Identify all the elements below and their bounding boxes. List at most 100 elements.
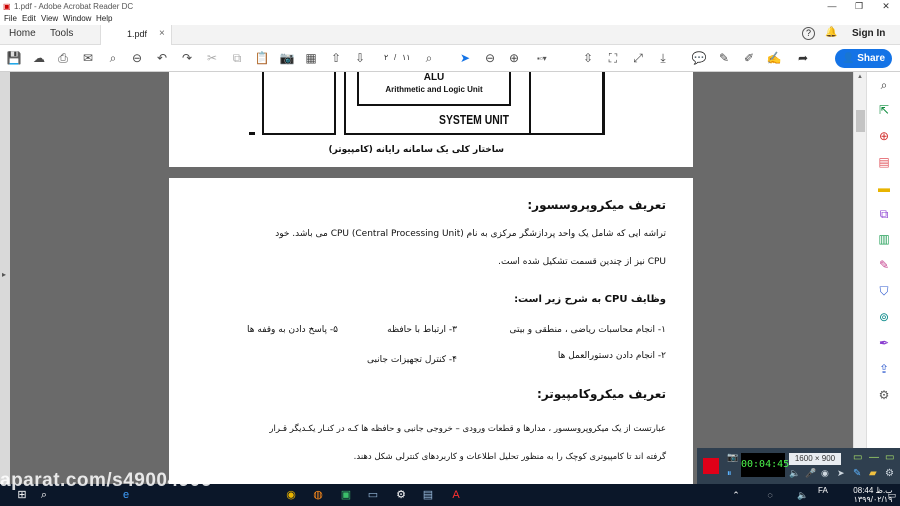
snapshot-icon[interactable]: 📷 xyxy=(279,50,295,66)
optimize-icon[interactable]: ⊚ xyxy=(875,308,893,326)
network-icon[interactable]: ◌ xyxy=(762,487,778,503)
combine-files-icon[interactable]: ⧉ xyxy=(875,205,893,223)
more-tools-icon[interactable]: ⚙ xyxy=(875,386,893,404)
menu-help[interactable]: Help xyxy=(96,14,112,23)
upload-icon[interactable]: ☁ xyxy=(31,50,47,66)
close-window-button[interactable]: ✕ xyxy=(873,0,899,13)
search-icon[interactable]: ⌕ xyxy=(105,50,121,66)
recorder-minimize-icon[interactable]: — xyxy=(869,452,879,463)
share-button[interactable]: 👤 Share xyxy=(835,49,892,68)
doc-tab-close-icon[interactable]: × xyxy=(159,28,165,39)
email-icon[interactable]: ✉ xyxy=(80,50,96,66)
create-pdf-icon[interactable]: ⊕ xyxy=(875,127,893,145)
zoom-marquee-icon[interactable]: ⌕ xyxy=(421,50,437,66)
bell-icon[interactable]: 🔔 xyxy=(825,27,837,38)
doc-tab-label: 1.pdf xyxy=(127,29,148,39)
organize-pages-icon[interactable]: ▥ xyxy=(875,230,893,248)
send-icon[interactable]: ➦ xyxy=(795,50,811,66)
redo-icon[interactable]: ↷ xyxy=(179,50,195,66)
paste-icon[interactable]: 📋 xyxy=(254,50,270,66)
app-icon[interactable]: ▣ xyxy=(338,487,354,503)
firefox-icon[interactable]: ◍ xyxy=(310,487,326,503)
scroll-mode-icon[interactable]: ⤓ xyxy=(655,50,671,66)
vertical-scrollbar[interactable]: ▲ xyxy=(853,72,866,484)
sign-in-link[interactable]: Sign In xyxy=(852,28,885,39)
send-for-signature-icon[interactable]: ✒ xyxy=(875,334,893,352)
zoom-out-glass-icon[interactable]: ⊖ xyxy=(129,50,145,66)
language-indicator[interactable]: FA xyxy=(818,486,828,495)
cut-icon[interactable]: ✂ xyxy=(204,50,220,66)
menu-file[interactable]: File xyxy=(4,14,17,23)
recorder-settings-icon[interactable]: ⚙ xyxy=(885,468,894,479)
menu-window[interactable]: Window xyxy=(63,14,91,23)
explorer-icon[interactable]: ▭ xyxy=(365,487,381,503)
record-stop-button[interactable] xyxy=(703,458,719,474)
menu-view[interactable]: View xyxy=(41,14,58,23)
rotate-icon[interactable]: ⤢ xyxy=(630,50,646,66)
print-icon[interactable]: ⎙ xyxy=(55,50,71,66)
speaker-icon[interactable]: 🔈 xyxy=(789,468,800,479)
notification-icon[interactable]: ▭ xyxy=(884,487,900,503)
zoom-level-dropdown[interactable]: ▪▫▾ xyxy=(537,54,547,63)
draw-icon[interactable]: ✐ xyxy=(741,50,757,66)
expand-left-icon[interactable]: ▸ xyxy=(2,270,6,279)
folder-icon[interactable]: ▰ xyxy=(869,468,877,479)
maximize-button[interactable]: ❐ xyxy=(846,0,872,13)
tray-chevron-icon[interactable]: ⌃ xyxy=(728,487,744,503)
alu-label: ALU xyxy=(423,72,445,83)
minimize-button[interactable]: — xyxy=(819,0,845,13)
page-current[interactable]: ۲ xyxy=(384,53,388,62)
page-indicator[interactable]: ۲ / ۱۱ xyxy=(372,51,416,65)
edit-pdf-icon[interactable]: ▤ xyxy=(875,153,893,171)
cursor-icon[interactable]: ➤ xyxy=(837,468,845,479)
webcam-icon[interactable]: ◉ xyxy=(821,468,829,479)
pen-tool-icon[interactable]: ✎ xyxy=(853,468,861,479)
copy-icon[interactable]: ⧉ xyxy=(229,50,245,66)
undo-icon[interactable]: ↶ xyxy=(154,50,170,66)
select-cursor-icon[interactable]: ➤ xyxy=(457,50,473,66)
camera-icon[interactable]: 📷 xyxy=(727,452,738,463)
sign-icon[interactable]: ✍ xyxy=(766,50,782,66)
chrome-icon[interactable]: ◉ xyxy=(283,487,299,503)
share-tool-icon[interactable]: ⇪ xyxy=(875,360,893,378)
mic-icon[interactable]: 🎤 xyxy=(805,468,816,479)
task-item-2: ۲- انجام دادن دستورالعمل ها xyxy=(557,351,666,361)
document-area[interactable]: ALU Arithmetic and Logic Unit SYSTEM UNI… xyxy=(10,72,853,484)
help-icon[interactable]: ? xyxy=(802,27,815,40)
tools-pane: ⌕ ⇱ ⊕ ▤ ▬ ⧉ ▥ ✎ ⛉ ⊚ ✒ ⇪ ⚙ xyxy=(866,72,900,484)
prev-page-icon[interactable]: ⇧ xyxy=(328,50,344,66)
scrollbar-thumb[interactable] xyxy=(856,110,865,132)
menu-edit[interactable]: Edit xyxy=(22,14,36,23)
comment-icon[interactable]: 💬 xyxy=(691,50,707,66)
fill-sign-icon[interactable]: ✎ xyxy=(875,256,893,274)
fullscreen-icon[interactable]: ⛶ xyxy=(605,50,621,66)
scroll-up-icon[interactable]: ▲ xyxy=(857,74,863,80)
figure-box-right xyxy=(529,72,605,135)
protect-icon[interactable]: ⛉ xyxy=(875,282,893,300)
fit-page-icon[interactable]: ⇳ xyxy=(580,50,596,66)
window-mode-icon[interactable]: ▭ xyxy=(853,452,862,463)
page-view-icon[interactable]: ▦ xyxy=(303,50,319,66)
highlight-icon[interactable]: ✎ xyxy=(716,50,732,66)
settings-icon[interactable]: ⚙ xyxy=(393,487,409,503)
left-panel-toggle[interactable]: ▸ xyxy=(0,72,10,484)
save-icon[interactable]: 💾 xyxy=(6,50,22,66)
acrobat-logo-icon: ▣ xyxy=(3,2,11,11)
recorder-close-icon[interactable]: ▭ xyxy=(885,452,894,463)
notes-icon[interactable]: ▤ xyxy=(420,487,436,503)
export-pdf-icon[interactable]: ⇱ xyxy=(875,101,893,119)
search-tool-icon[interactable]: ⌕ xyxy=(875,76,893,94)
pause-icon[interactable]: ⏸ xyxy=(727,468,732,479)
tab-home[interactable]: Home xyxy=(9,28,36,39)
zoom-in-icon[interactable]: ⊕ xyxy=(506,50,522,66)
recording-resolution: 1600 × 900 xyxy=(789,453,841,465)
volume-icon[interactable]: 🔈 xyxy=(795,487,811,503)
zoom-out-icon[interactable]: ⊖ xyxy=(482,50,498,66)
comment-tool-icon[interactable]: ▬ xyxy=(875,179,893,197)
page-separator: / xyxy=(394,53,397,62)
tab-tools[interactable]: Tools xyxy=(50,28,73,39)
tab-document[interactable]: 1.pdf × xyxy=(100,25,172,45)
figure-tick xyxy=(249,132,255,135)
acrobat-taskbar-icon[interactable]: A xyxy=(448,487,464,503)
next-page-icon[interactable]: ⇩ xyxy=(352,50,368,66)
